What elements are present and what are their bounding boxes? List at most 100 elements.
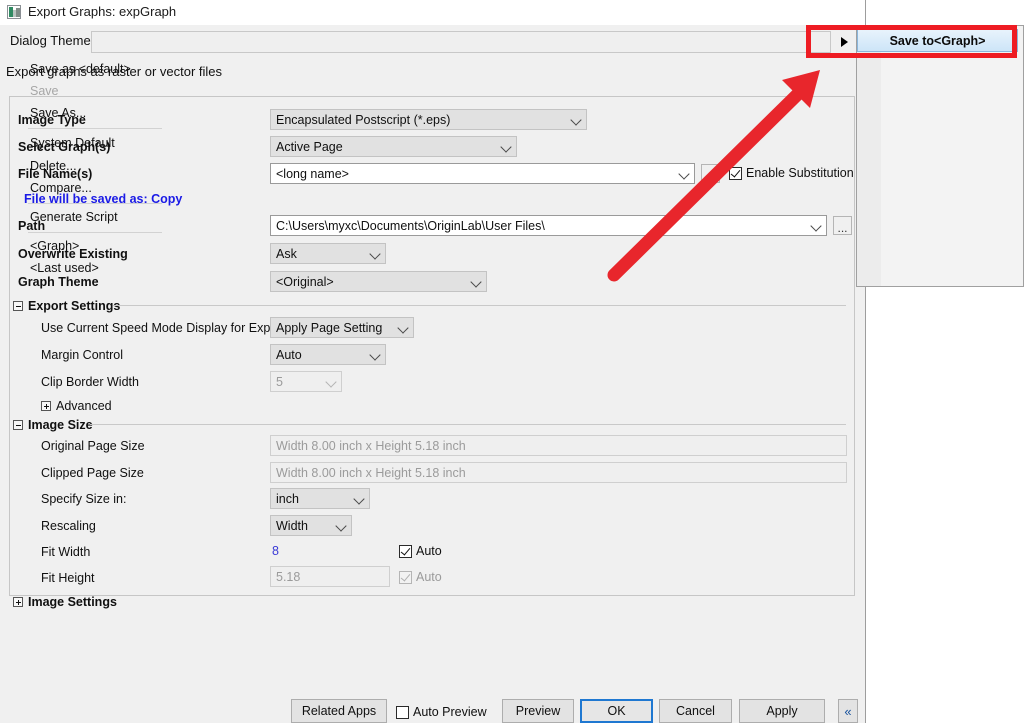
menu-separator [28,232,162,233]
clip-border-width-combo[interactable]: 5 [270,371,342,392]
menu-item-generate-script[interactable]: Generate Script [30,210,118,224]
image-settings-group-toggle[interactable]: Image Settings [13,595,117,609]
ok-button[interactable]: OK [580,699,653,723]
speed-mode-label: Use Current Speed Mode Display for Expor… [41,321,285,335]
chevron-down-icon [570,114,582,126]
specify-size-in-value: inch [276,491,299,506]
graph-theme-value: <Original> [276,274,334,289]
rescaling-value: Width [276,518,308,533]
auto-preview-checkbox[interactable]: Auto Preview [396,705,487,719]
clipped-page-size-label: Clipped Page Size [41,466,144,480]
overwrite-existing-value: Ask [276,246,297,261]
menu-icon-strip [857,26,881,286]
file-names-value: <long name> [276,166,349,181]
chevron-down-icon [810,220,822,232]
menu-item-compare[interactable]: Compare... [30,181,92,195]
fit-width-label: Fit Width [41,545,91,559]
image-type-value: Encapsulated Postscript (*.eps) [276,112,451,127]
fit-height-auto-checkbox: Auto [399,570,442,584]
checkbox-icon [729,166,742,180]
margin-control-combo[interactable]: Auto [270,344,386,365]
dialog-theme-label: Dialog Theme [10,33,91,48]
export-settings-group-toggle[interactable]: Export Settings [13,299,120,313]
clipped-page-size-value: Width 8.00 inch x Height 5.18 inch [276,465,466,480]
fit-height-auto-label: Auto [416,570,442,584]
dialog-titlebar: Export Graphs: expGraph [0,0,865,25]
chevron-down-icon [500,141,512,153]
auto-preview-label: Auto Preview [413,705,487,719]
expand-plus-icon [13,597,23,607]
path-value: C:\Users\myxc\Documents\OriginLab\User F… [276,218,545,233]
theme-dropdown-menu [856,25,1024,287]
menu-item-delete[interactable]: Delete... [30,159,77,173]
chevron-down-icon [678,168,690,180]
collapse-minus-icon [13,301,23,311]
chevron-down-icon [369,349,381,361]
fit-height-field: 5.18 [270,566,390,587]
select-graphs-value: Active Page [276,139,343,154]
dialog-theme-menu-button[interactable] [833,31,856,53]
dialog-title: Export Graphs: expGraph [28,4,177,19]
checkbox-icon [399,544,412,558]
image-type-combo[interactable]: Encapsulated Postscript (*.eps) [270,109,587,130]
export-settings-divider [113,305,846,306]
rescaling-combo[interactable]: Width [270,515,352,536]
file-names-combo[interactable]: <long name> [270,163,695,184]
specify-size-in-label: Specify Size in: [41,492,127,506]
clip-border-width-value: 5 [276,374,283,389]
fit-width-auto-label: Auto [416,544,442,558]
menu-item-save-as-default[interactable]: Save as <default> [30,62,131,76]
chevron-down-icon [470,276,482,288]
chevron-down-icon [353,493,365,505]
menu-separator [28,128,162,129]
menu-item-last-used[interactable]: <Last used> [30,261,99,275]
menu-item-graph[interactable]: <Graph> [30,239,79,253]
menu-item-save: Save [30,84,59,98]
related-apps-button[interactable]: Related Apps [291,699,387,723]
preview-button[interactable]: Preview [502,699,574,723]
original-page-size-field: Width 8.00 inch x Height 5.18 inch [270,435,847,456]
speed-mode-value: Apply Page Setting [276,320,383,335]
collapse-button[interactable]: « [838,699,858,723]
graph-theme-label: Graph Theme [18,275,99,289]
fit-width-value[interactable]: 8 [272,544,279,558]
dialog-theme-input[interactable] [91,31,831,53]
expand-plus-icon [41,401,51,411]
clipped-page-size-field: Width 8.00 inch x Height 5.18 inch [270,462,847,483]
path-browse-button[interactable]: ... [833,216,852,235]
menu-item-system-default[interactable]: System Default [30,136,115,150]
image-size-group-toggle[interactable]: Image Size [13,418,93,432]
advanced-group-label: Advanced [56,399,112,413]
fit-height-label: Fit Height [41,571,95,585]
menu-item-save-as[interactable]: Save As... [30,106,86,120]
original-page-size-label: Original Page Size [41,439,145,453]
cancel-button[interactable]: Cancel [659,699,732,723]
graph-icon [7,5,21,19]
fit-width-auto-checkbox[interactable]: Auto [399,544,442,558]
menu-item-save-to-graph[interactable]: Save to<Graph> [857,29,1018,52]
select-graphs-combo[interactable]: Active Page [270,136,517,157]
collapse-minus-icon [13,420,23,430]
chevron-down-icon [369,248,381,260]
file-names-browse-button[interactable]: ... [701,164,720,183]
checkbox-icon [399,570,412,584]
menu-separator [28,203,162,204]
margin-control-label: Margin Control [41,348,123,362]
overwrite-existing-combo[interactable]: Ask [270,243,386,264]
margin-control-value: Auto [276,347,302,362]
export-graphs-dialog: Export Graphs: expGraph Dialog Theme Exp… [0,0,866,723]
chevron-down-icon [325,376,337,388]
graph-theme-combo[interactable]: <Original> [270,271,487,292]
enable-substitution-label: Enable Substitution [746,166,854,180]
fit-height-value: 5.18 [276,569,301,584]
image-size-group-label: Image Size [28,418,93,432]
path-combo[interactable]: C:\Users\myxc\Documents\OriginLab\User F… [270,215,827,236]
chevron-down-icon [335,520,347,532]
right-triangle-icon [841,37,848,47]
advanced-group-toggle[interactable]: Advanced [41,399,112,413]
enable-substitution-checkbox[interactable]: Enable Substitution [729,166,854,180]
apply-button[interactable]: Apply [739,699,825,723]
speed-mode-combo[interactable]: Apply Page Setting [270,317,414,338]
original-page-size-value: Width 8.00 inch x Height 5.18 inch [276,438,466,453]
specify-size-in-combo[interactable]: inch [270,488,370,509]
